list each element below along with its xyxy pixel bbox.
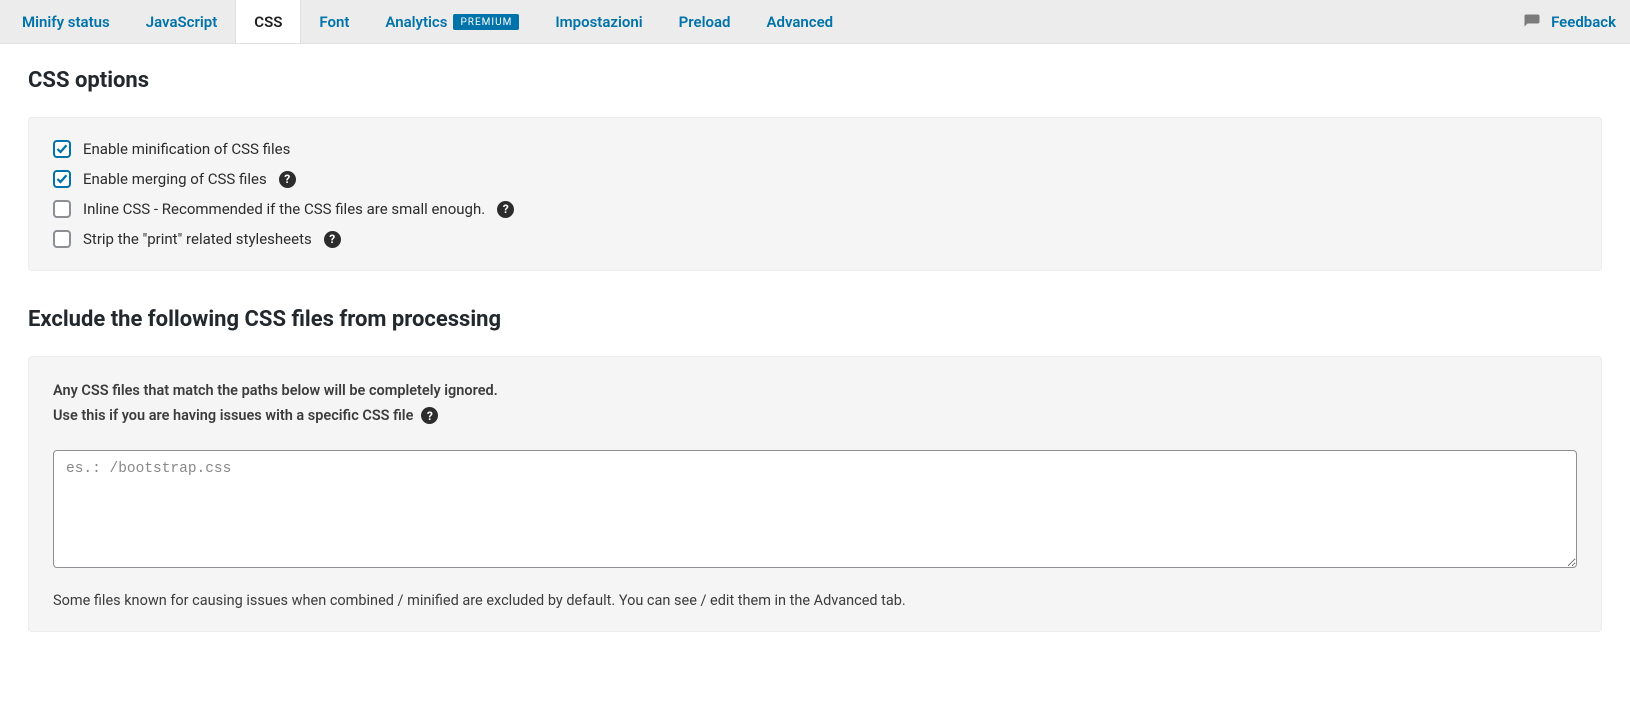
exclude-panel: Any CSS files that match the paths below…: [28, 356, 1602, 632]
tab-label: Preload: [679, 13, 731, 31]
tab-label: CSS: [254, 13, 282, 31]
tab-label: Impostazioni: [555, 13, 642, 31]
tab-advanced[interactable]: Advanced: [748, 0, 851, 43]
tab-label: Font: [319, 13, 349, 31]
checkbox-inline-css[interactable]: [53, 200, 71, 218]
exclude-heading: Exclude the following CSS files from pro…: [28, 307, 1602, 332]
comment-icon: [1523, 13, 1541, 31]
tab-font[interactable]: Font: [301, 0, 367, 43]
help-icon[interactable]: ?: [497, 201, 514, 218]
exclude-note: Some files known for causing issues when…: [53, 592, 1577, 609]
checkbox-strip-print[interactable]: [53, 230, 71, 248]
tab-bar: Minify status JavaScript CSS Font Analyt…: [0, 0, 1630, 44]
css-options-heading: CSS options: [28, 68, 1602, 93]
exclude-textarea[interactable]: [53, 450, 1577, 568]
option-label: Enable minification of CSS files: [83, 140, 290, 158]
help-icon[interactable]: ?: [421, 407, 438, 424]
check-icon: [56, 143, 68, 155]
checkbox-enable-minification[interactable]: [53, 140, 71, 158]
help-icon[interactable]: ?: [279, 171, 296, 188]
exclude-intro-line1: Any CSS files that match the paths below…: [53, 379, 1577, 404]
help-icon[interactable]: ?: [324, 231, 341, 248]
exclude-intro: Any CSS files that match the paths below…: [53, 379, 1577, 428]
option-strip-print: Strip the "print" related stylesheets ?: [53, 230, 1577, 248]
tab-impostazioni[interactable]: Impostazioni: [537, 0, 660, 43]
option-inline-css: Inline CSS - Recommended if the CSS file…: [53, 200, 1577, 218]
css-options-panel: Enable minification of CSS files Enable …: [28, 117, 1602, 271]
tab-javascript[interactable]: JavaScript: [128, 0, 236, 43]
tab-preload[interactable]: Preload: [661, 0, 749, 43]
premium-badge: PREMIUM: [453, 14, 519, 30]
tab-css[interactable]: CSS: [235, 0, 301, 43]
tab-label: Advanced: [766, 13, 833, 31]
option-label: Inline CSS - Recommended if the CSS file…: [83, 200, 485, 218]
tab-analytics[interactable]: Analytics PREMIUM: [367, 0, 537, 43]
tab-label: JavaScript: [146, 13, 218, 31]
option-enable-merging: Enable merging of CSS files ?: [53, 170, 1577, 188]
option-label: Strip the "print" related stylesheets: [83, 230, 312, 248]
exclude-intro-line2: Use this if you are having issues with a…: [53, 404, 413, 429]
checkbox-enable-merging[interactable]: [53, 170, 71, 188]
option-enable-minification: Enable minification of CSS files: [53, 140, 1577, 158]
option-label: Enable merging of CSS files: [83, 170, 267, 188]
check-icon: [56, 173, 68, 185]
tab-minify-status[interactable]: Minify status: [4, 0, 128, 43]
content: CSS options Enable minification of CSS f…: [0, 44, 1630, 708]
feedback-label: Feedback: [1551, 13, 1616, 31]
tab-label: Minify status: [22, 13, 110, 31]
feedback-link[interactable]: Feedback: [1509, 0, 1630, 43]
tab-label: Analytics: [385, 13, 447, 31]
